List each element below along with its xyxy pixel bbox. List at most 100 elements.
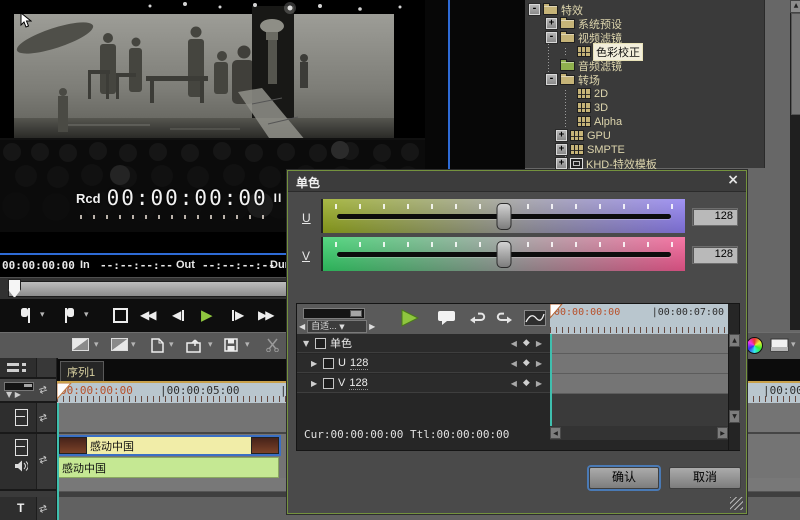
keyframe-nav[interactable]: ◀◆▶: [511, 378, 542, 388]
audio-clip[interactable]: 感动中国: [57, 457, 279, 478]
layout-menu-caret[interactable]: ▾: [791, 340, 796, 350]
expand-icon[interactable]: +: [556, 158, 567, 169]
u-gradient-slider[interactable]: [321, 199, 685, 233]
keyframe-lane[interactable]: [550, 374, 728, 394]
mark-in-button[interactable]: [20, 305, 33, 325]
patch-swap-icon[interactable]: ⇄: [38, 452, 55, 467]
tree-item-system-presets[interactable]: + 系统预设: [525, 17, 622, 30]
tree-item-khd-templates[interactable]: + KHD-特效模板: [525, 157, 657, 170]
tree-item-video-filters[interactable]: - 视频滤镜: [525, 31, 622, 44]
keyframe-hscrollbar[interactable]: ◀ ▶: [550, 426, 728, 440]
tree-item-audio-filters[interactable]: 音频滤镜: [525, 59, 622, 72]
keyframe-checkbox[interactable]: [315, 338, 326, 349]
video-track-header[interactable]: ⇄: [0, 403, 56, 434]
timeline-playhead-line[interactable]: [57, 403, 59, 520]
track-list-icon[interactable]: [7, 362, 29, 374]
expand-icon[interactable]: ▶: [311, 379, 319, 388]
mark-in-menu-caret[interactable]: ▾: [40, 305, 45, 325]
step-forward-button[interactable]: ▶: [231, 305, 244, 325]
keyframe-zoom-slider[interactable]: [303, 308, 365, 319]
scroll-up-icon[interactable]: ▲: [790, 0, 800, 13]
close-icon[interactable]: ×: [727, 172, 739, 188]
mode-b-icon[interactable]: [111, 338, 128, 351]
collapse-icon[interactable]: -: [546, 74, 557, 85]
expand-icon[interactable]: +: [546, 18, 557, 29]
preset-selector[interactable]: ◀ 自适... ▼ ▶: [299, 320, 381, 332]
scroll-left-icon[interactable]: ◀: [550, 427, 561, 439]
tree-item-smpte[interactable]: + SMPTE: [525, 143, 625, 156]
mark-out-button[interactable]: [62, 305, 75, 325]
keyframe-checkbox[interactable]: [323, 378, 334, 389]
va-track-header[interactable]: ⇄: [0, 434, 56, 491]
mode-a-menu-caret[interactable]: ▾: [94, 340, 99, 350]
redo-icon[interactable]: [495, 312, 513, 325]
scroll-right-icon[interactable]: ▶: [717, 427, 728, 439]
fast-forward-button[interactable]: ▶▶: [258, 305, 272, 325]
keyframe-playhead-marker[interactable]: [550, 304, 563, 319]
cancel-button[interactable]: 取消: [669, 467, 741, 489]
step-back-button[interactable]: ◀: [172, 305, 185, 325]
tree-item-gpu[interactable]: + GPU: [525, 129, 611, 142]
keyframe-row-v[interactable]: ▶ V 128 ◀◆▶: [297, 374, 550, 393]
mode-a-icon[interactable]: [72, 338, 89, 351]
confirm-button[interactable]: 确认: [589, 467, 659, 489]
save-menu-caret[interactable]: ▾: [245, 340, 250, 350]
tree-item-2d[interactable]: 2D: [525, 87, 608, 100]
u-value-field[interactable]: 128: [692, 208, 738, 226]
tree-item-color-correction[interactable]: 色彩校正: [525, 45, 642, 58]
cut-icon[interactable]: [265, 338, 280, 352]
tree-item-alpha[interactable]: Alpha: [525, 115, 622, 128]
patch-swap-icon[interactable]: ⇄: [38, 382, 55, 397]
curve-icon[interactable]: [524, 310, 546, 326]
v-gradient-slider[interactable]: [321, 237, 685, 271]
preset-prev-icon[interactable]: ◀: [299, 322, 305, 331]
mark-out-menu-caret[interactable]: ▾: [84, 305, 89, 325]
play-button[interactable]: ▶: [201, 305, 213, 325]
title-track-header[interactable]: T ⇄: [0, 497, 56, 520]
tree-item-label[interactable]: SMPTE: [587, 144, 625, 156]
tree-item-label[interactable]: 转场: [578, 72, 600, 88]
keyframe-vscrollbar[interactable]: ▲ ▼: [728, 334, 740, 450]
keyframe-row-u[interactable]: ▶ U 128 ◀◆▶: [297, 354, 550, 373]
scrollbar-thumb[interactable]: [791, 13, 800, 115]
collapse-icon[interactable]: -: [546, 32, 557, 43]
keyframe-nav[interactable]: ◀◆▶: [511, 338, 542, 348]
resize-grip[interactable]: [730, 497, 743, 510]
v-slider-thumb[interactable]: [497, 241, 512, 268]
keyframe-play-icon[interactable]: [399, 308, 421, 328]
slider-thumb[interactable]: [24, 384, 32, 387]
keyframe-playhead-line[interactable]: [550, 334, 552, 426]
patch-swap-icon[interactable]: ⇄: [38, 501, 55, 516]
new-sequence-menu-caret[interactable]: ▾: [169, 340, 174, 350]
stop-button[interactable]: [113, 305, 128, 325]
scroll-up-icon[interactable]: ▲: [729, 334, 740, 347]
keyframe-lane[interactable]: [550, 334, 728, 354]
expand-icon[interactable]: ▶: [311, 359, 319, 368]
timeline-playhead-marker[interactable]: [57, 383, 72, 400]
v-value-field[interactable]: 128: [692, 246, 738, 264]
preset-dropdown[interactable]: 自适... ▼: [307, 320, 367, 333]
rewind-button[interactable]: ◀◀: [140, 305, 154, 325]
tree-item-label[interactable]: 2D: [594, 88, 608, 100]
import-icon[interactable]: [186, 338, 204, 353]
scroll-down-icon[interactable]: ▼: [729, 410, 740, 423]
u-slider-thumb[interactable]: [497, 203, 512, 230]
slider-thumb[interactable]: [350, 310, 362, 317]
mode-b-menu-caret[interactable]: ▾: [131, 340, 136, 350]
tree-item-effects[interactable]: - 特效: [525, 3, 583, 16]
patch-swap-icon[interactable]: ⇄: [38, 410, 55, 425]
collapse-icon[interactable]: -: [529, 4, 540, 15]
tree-item-label[interactable]: GPU: [587, 130, 611, 142]
color-wheel-icon[interactable]: [746, 337, 763, 354]
preset-next-icon[interactable]: ▶: [369, 322, 375, 331]
row-value[interactable]: 128: [350, 357, 368, 370]
tree-item-label[interactable]: 3D: [594, 102, 608, 114]
expand-tracks-icons[interactable]: ▼ ▶: [6, 390, 21, 399]
dialog-title-bar[interactable]: 单色 ×: [288, 171, 746, 192]
save-icon[interactable]: [224, 338, 238, 352]
row-value[interactable]: 128: [349, 377, 367, 390]
comment-icon[interactable]: [437, 310, 457, 326]
keyframe-checkbox[interactable]: [323, 358, 334, 369]
keyframe-ruler[interactable]: 00:00:00:00 |00:00:07:00: [550, 304, 728, 334]
expand-icon[interactable]: +: [556, 144, 567, 155]
